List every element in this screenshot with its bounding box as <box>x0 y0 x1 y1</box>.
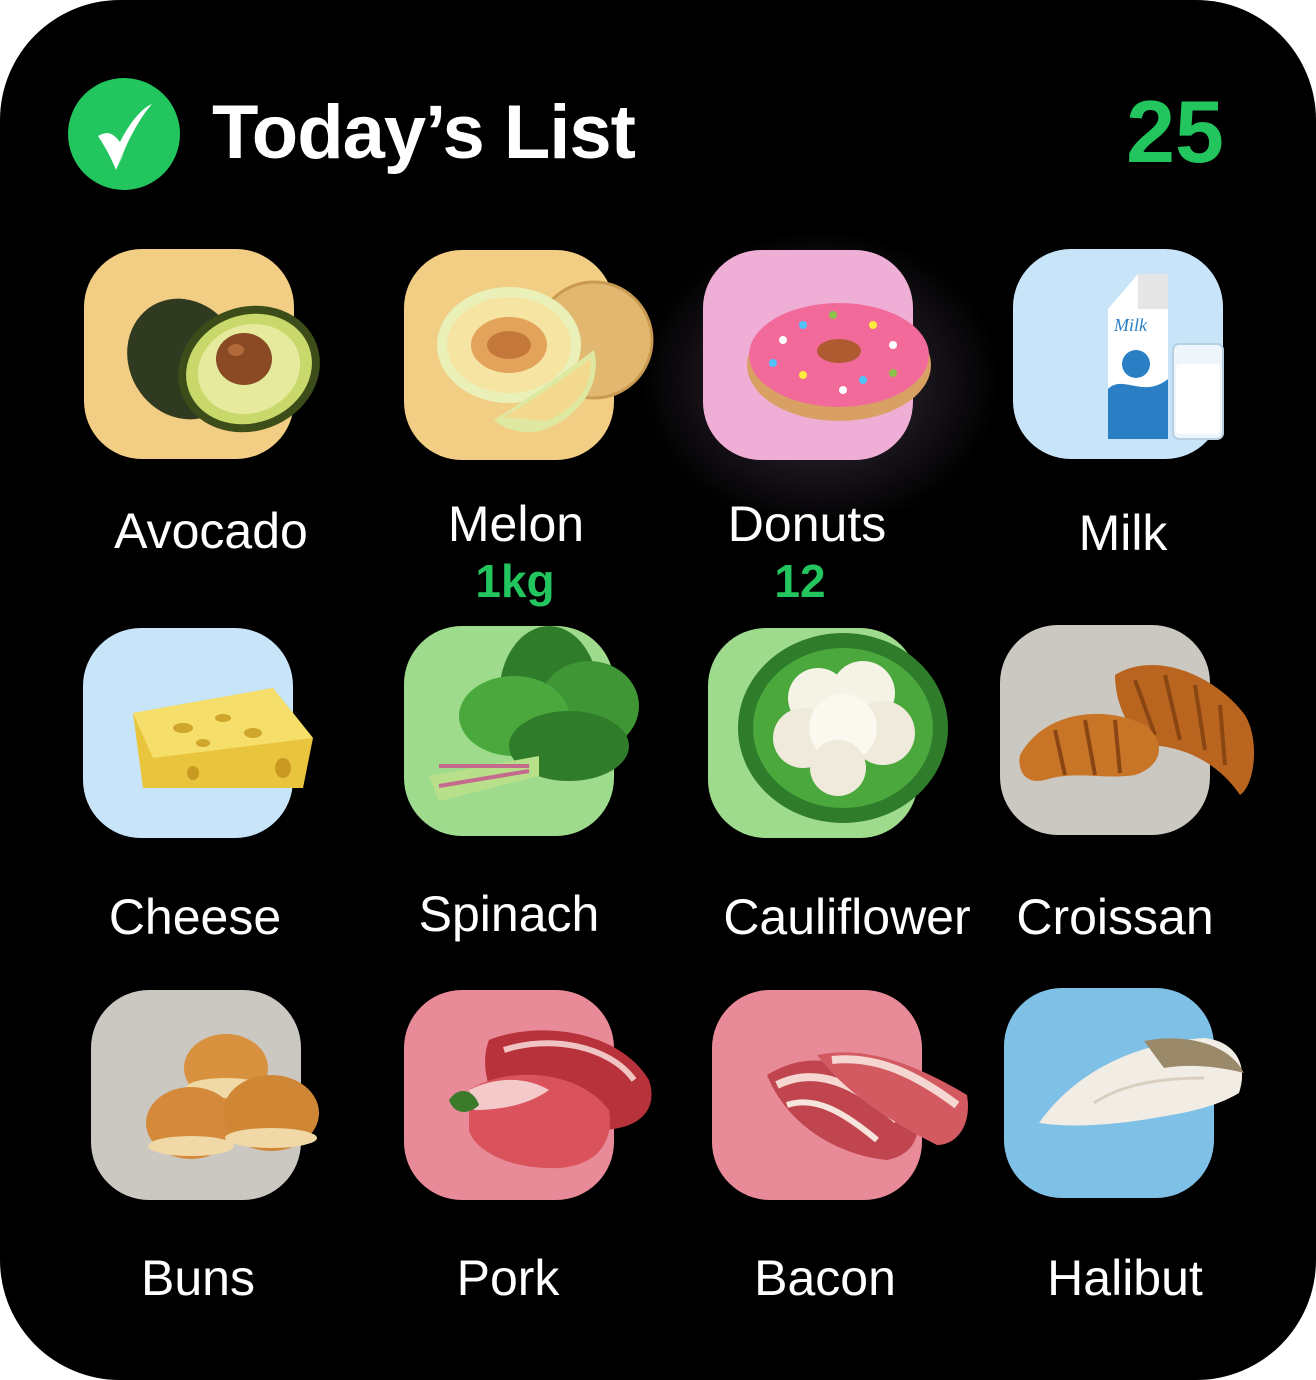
cheese-tile[interactable] <box>83 628 313 838</box>
donut-icon <box>747 303 931 421</box>
item-label: Bacon <box>754 1250 896 1306</box>
svg-text:Milk: Milk <box>1113 315 1148 335</box>
bacon-icon <box>767 1052 968 1160</box>
pork-tile[interactable] <box>404 990 652 1200</box>
item-label: Pork <box>456 1250 560 1306</box>
item-label: Avocado <box>114 503 308 559</box>
cheese-icon <box>133 688 313 788</box>
croissant-tile[interactable] <box>1000 625 1255 835</box>
item-label: Cheese <box>108 889 282 945</box>
avocado-icon <box>127 298 320 433</box>
item-label: Donuts <box>727 496 887 552</box>
buns-tile[interactable] <box>91 990 319 1200</box>
cauliflower-tile[interactable] <box>708 628 948 838</box>
list-title: Today’s List <box>212 90 636 175</box>
buns-icon <box>146 1034 319 1159</box>
milk-tile[interactable]: Milk <box>1013 249 1224 459</box>
item-quantity: 12 <box>774 555 826 607</box>
item-label: Melon <box>447 496 585 552</box>
item-label: Croissan <box>1016 889 1214 945</box>
halibut-icon <box>1039 1038 1244 1126</box>
melon-tile[interactable] <box>404 250 654 460</box>
item-label: Milk <box>1078 505 1168 561</box>
item-label: Buns <box>141 1250 255 1306</box>
item-label: Cauliflower <box>723 889 971 945</box>
avocado-tile[interactable] <box>84 249 320 459</box>
checkmark-logo-icon <box>68 78 180 190</box>
item-label: Halibut <box>1047 1250 1203 1306</box>
halibut-tile[interactable] <box>1004 988 1244 1198</box>
item-quantity: 1kg <box>475 555 555 607</box>
item-label: Spinach <box>418 886 600 942</box>
donuts-tile[interactable] <box>703 250 931 460</box>
milk-carton-icon: Milk <box>1108 274 1224 440</box>
melon-icon <box>437 280 654 432</box>
spinach-icon <box>429 626 639 801</box>
pork-icon <box>449 1030 652 1169</box>
bacon-tile[interactable] <box>712 990 968 1200</box>
spinach-tile[interactable] <box>404 626 639 836</box>
cauliflower-icon <box>738 633 948 823</box>
todays-list-widget[interactable]: Today’s List 25 Milk Avocado Melon 1kg D… <box>0 0 1316 1380</box>
item-count-badge: 25 <box>1126 82 1224 181</box>
croissant-icon <box>1019 664 1255 795</box>
